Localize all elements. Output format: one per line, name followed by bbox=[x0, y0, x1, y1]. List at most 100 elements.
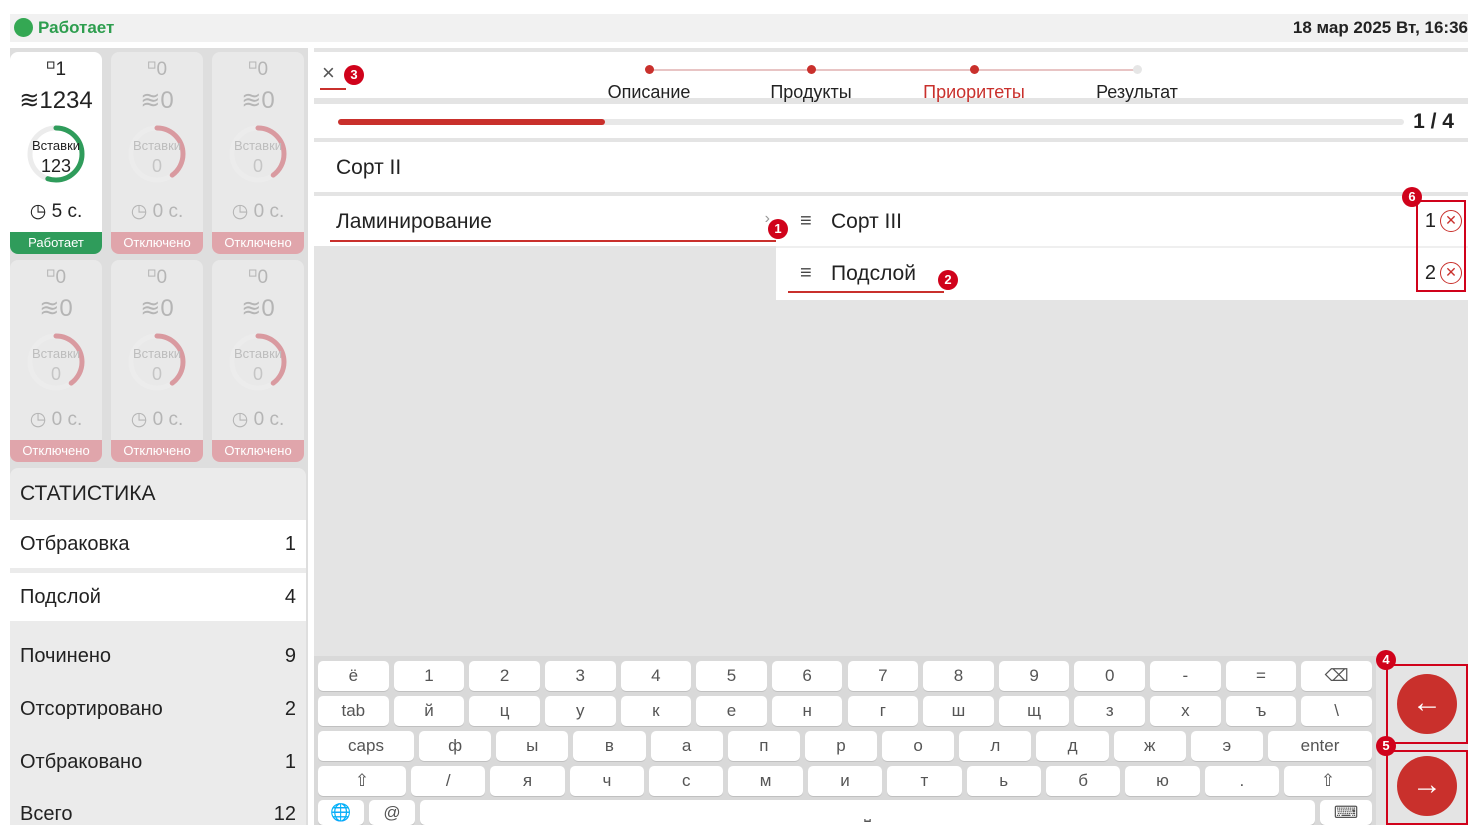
space-key[interactable]: ⎵ bbox=[420, 800, 1315, 825]
layers-count: ≋1234 bbox=[19, 87, 93, 114]
station-counter: ⸋0 bbox=[247, 59, 269, 80]
station-state-badge: Отключено bbox=[111, 440, 203, 462]
wizard-stepper: Описание Продукты Приоритеты Результат bbox=[574, 62, 1178, 103]
key[interactable]: 9 bbox=[998, 661, 1070, 691]
status-bar: Работает 18 мар 2025 Вт, 16:36 bbox=[10, 14, 1468, 42]
key[interactable]: е bbox=[696, 696, 767, 726]
key[interactable]: 8 bbox=[923, 661, 994, 691]
close-icon[interactable]: × bbox=[322, 60, 335, 86]
key[interactable]: в bbox=[573, 731, 646, 761]
key[interactable]: / bbox=[411, 766, 486, 796]
key[interactable]: enter bbox=[1268, 731, 1372, 761]
key[interactable]: к bbox=[620, 696, 692, 726]
stat-row: Починено 9 bbox=[10, 632, 306, 680]
product-row-sort2[interactable]: Сорт II bbox=[314, 142, 1468, 192]
stat-label: Отбраковано bbox=[20, 750, 143, 773]
key[interactable]: д bbox=[1036, 731, 1109, 761]
key[interactable]: ш bbox=[923, 696, 994, 726]
step-label[interactable]: Приоритеты bbox=[923, 82, 1025, 103]
key[interactable]: о bbox=[882, 731, 955, 761]
key[interactable]: \ bbox=[1301, 696, 1372, 726]
station-tile[interactable]: ⸋1 ≋1234 Вставки 123 ◷ 5 с. Работает bbox=[10, 52, 102, 254]
globe-icon[interactable]: 🌐 bbox=[318, 800, 364, 825]
station-state-badge: Работает bbox=[10, 232, 102, 254]
key[interactable]: 3 bbox=[544, 661, 616, 691]
key[interactable]: г bbox=[847, 696, 919, 726]
key[interactable]: 7 bbox=[847, 661, 919, 691]
key[interactable]: а bbox=[650, 731, 723, 761]
key[interactable]: . bbox=[1204, 766, 1279, 796]
drag-handle-icon[interactable]: ≡ bbox=[800, 262, 812, 285]
key[interactable]: б bbox=[1045, 766, 1121, 796]
station-tile[interactable]: ⸋0 ≋0 Вставки 0 ◷ 0 с. Отключено bbox=[10, 260, 102, 462]
time-value: ◷ 0 с. bbox=[130, 409, 184, 430]
station-tile[interactable]: ⸋0 ≋0 Вставки 0 ◷ 0 с. Отключено bbox=[212, 260, 304, 462]
key[interactable]: и bbox=[807, 766, 883, 796]
product-row-lamination[interactable]: Ламинирование › bbox=[314, 196, 776, 246]
key[interactable]: 4 bbox=[620, 661, 692, 691]
step-dot bbox=[1133, 65, 1142, 74]
priority-item[interactable]: ≡ Сорт III 1 ✕ bbox=[776, 196, 1468, 246]
key[interactable]: caps bbox=[318, 731, 414, 761]
key[interactable]: р bbox=[804, 731, 878, 761]
key[interactable]: ц bbox=[469, 696, 540, 726]
app-window: Работает 18 мар 2025 Вт, 16:36 ⸋1 ≋1234 Вс… bbox=[0, 0, 1468, 825]
key[interactable]: н bbox=[771, 696, 843, 726]
key[interactable]: х bbox=[1150, 696, 1221, 726]
stat-label: Всего bbox=[20, 802, 73, 825]
time-value: ◷ 5 с. bbox=[29, 201, 83, 222]
key[interactable]: ⇧ bbox=[318, 766, 406, 796]
key[interactable]: й bbox=[393, 696, 465, 726]
key[interactable]: 0 bbox=[1074, 661, 1146, 691]
step-label[interactable]: Описание bbox=[608, 82, 691, 103]
key[interactable]: э bbox=[1190, 731, 1263, 761]
inserts-value: 0 bbox=[151, 364, 162, 384]
key[interactable]: ё bbox=[318, 661, 389, 691]
key[interactable]: п bbox=[727, 731, 800, 761]
key[interactable]: щ bbox=[998, 696, 1070, 726]
station-tile[interactable]: ⸋0 ≋0 Вставки 0 ◷ 0 с. Отключено bbox=[111, 52, 203, 254]
key[interactable]: 6 bbox=[771, 661, 843, 691]
key[interactable]: с bbox=[649, 766, 724, 796]
key[interactable]: ь bbox=[966, 766, 1041, 796]
key[interactable]: ъ bbox=[1225, 696, 1297, 726]
step-label[interactable]: Результат bbox=[1096, 82, 1178, 103]
key[interactable]: л bbox=[959, 731, 1032, 761]
key[interactable]: ф bbox=[419, 731, 492, 761]
key[interactable]: ж bbox=[1113, 731, 1186, 761]
key[interactable]: м bbox=[728, 766, 803, 796]
key[interactable]: 1 bbox=[393, 661, 465, 691]
key[interactable]: ю bbox=[1125, 766, 1200, 796]
station-tile[interactable]: ⸋0 ≋0 Вставки 0 ◷ 0 с. Отключено bbox=[212, 52, 304, 254]
step-label[interactable]: Продукты bbox=[770, 82, 851, 103]
drag-handle-icon[interactable]: ≡ bbox=[800, 210, 812, 233]
key[interactable]: ⇧ bbox=[1284, 766, 1372, 796]
key[interactable]: - bbox=[1150, 661, 1221, 691]
station-counter: ⸋0 bbox=[247, 267, 269, 288]
keyboard-hide-icon[interactable]: ⌨ bbox=[1320, 800, 1372, 825]
key[interactable]: з bbox=[1074, 696, 1146, 726]
key[interactable]: @ bbox=[369, 800, 415, 825]
key[interactable]: ч bbox=[569, 766, 645, 796]
key[interactable]: 2 bbox=[469, 661, 540, 691]
key[interactable]: 5 bbox=[696, 661, 767, 691]
remove-buttons-highlight bbox=[1416, 200, 1466, 292]
key[interactable]: я bbox=[490, 766, 565, 796]
inserts-value: 0 bbox=[252, 156, 263, 176]
inserts-label: Вставки bbox=[233, 138, 283, 153]
key[interactable]: = bbox=[1225, 661, 1297, 691]
key[interactable]: ы bbox=[496, 731, 569, 761]
priority-list: ≡ Сорт III 1 ✕ ≡ Подслой 2 ✕ bbox=[776, 196, 1468, 300]
inserts-value: 0 bbox=[50, 364, 61, 384]
inserts-label: Вставки bbox=[31, 138, 81, 153]
key[interactable]: т bbox=[887, 766, 962, 796]
key[interactable]: ⌫ bbox=[1301, 661, 1372, 691]
time-value: ◷ 0 с. bbox=[29, 409, 83, 430]
station-tile[interactable]: ⸋0 ≋0 Вставки 0 ◷ 0 с. Отключено bbox=[111, 260, 203, 462]
time-value: ◷ 0 с. bbox=[231, 201, 285, 222]
key[interactable]: tab bbox=[318, 696, 389, 726]
key[interactable]: у bbox=[544, 696, 616, 726]
status-indicator bbox=[14, 18, 33, 37]
close-underline bbox=[320, 88, 346, 90]
step-dot bbox=[970, 65, 979, 74]
